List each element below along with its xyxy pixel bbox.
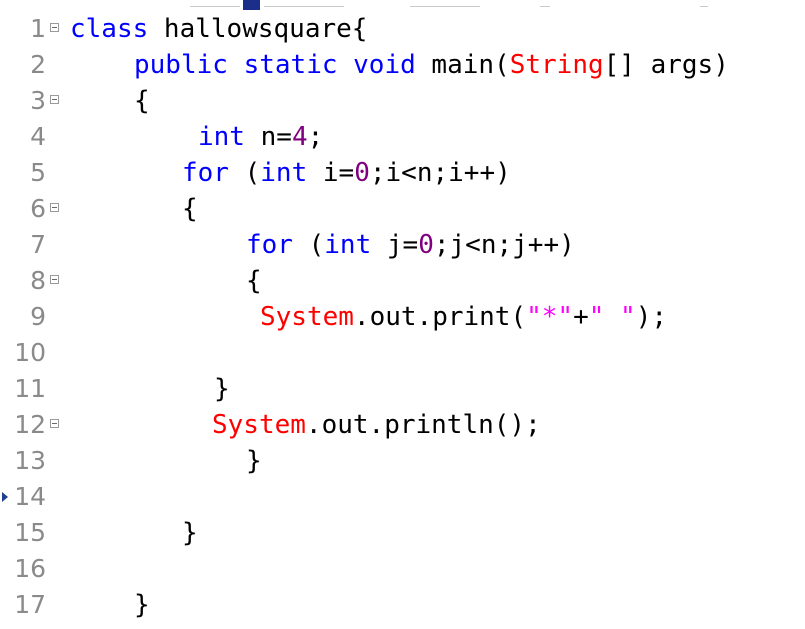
keyword: void: [353, 50, 416, 80]
code-token: main(: [415, 50, 510, 80]
keyword: int: [260, 158, 308, 188]
code-line[interactable]: 15 }: [0, 515, 805, 551]
line-number: 16: [14, 554, 46, 583]
code-token: );: [635, 302, 668, 332]
tab-edge: [540, 0, 550, 7]
code-token: .out.println();: [305, 410, 541, 440]
line-number: 6: [30, 194, 46, 223]
number-literal: 0: [354, 158, 370, 188]
keyword: int: [198, 122, 245, 152]
code-text: {: [182, 194, 198, 224]
fold-toggle-icon[interactable]: [50, 419, 59, 428]
keyword: for: [246, 230, 293, 260]
line-number: 10: [14, 338, 46, 367]
code-line[interactable]: 10: [0, 335, 805, 371]
keyword: int: [324, 230, 372, 260]
code-line[interactable]: 5 for (int i=0;i<n;i++): [0, 155, 805, 191]
tab-edge: [700, 0, 708, 7]
code-token: [] args): [603, 50, 729, 80]
code-line[interactable]: 11 }: [0, 371, 805, 407]
code-text: }: [134, 590, 150, 620]
code-text: System.out.print("*"+" ");: [260, 299, 667, 335]
code-text: }: [182, 518, 198, 548]
code-line[interactable]: 14: [0, 479, 805, 515]
code-token: j=: [371, 230, 419, 260]
code-line[interactable]: 13 }: [0, 443, 805, 479]
line-number: 7: [30, 230, 46, 259]
code-token: (: [228, 158, 261, 188]
line-number: 4: [30, 122, 46, 151]
code-text: }: [246, 446, 262, 476]
tab-marker: [243, 0, 260, 10]
class-name: System: [260, 302, 354, 332]
code-token: hallowsquare{: [148, 14, 368, 44]
code-line[interactable]: 6 {: [0, 191, 805, 227]
keyword: for: [182, 158, 229, 188]
line-number: 15: [14, 518, 46, 547]
code-line[interactable]: 9 System.out.print("*"+" ");: [0, 299, 805, 335]
line-number: 12: [14, 410, 46, 439]
tab-edge: [264, 0, 344, 7]
number-literal: 0: [418, 230, 434, 260]
code-token: ;j<n;j++): [433, 230, 575, 260]
code-token: i=: [307, 158, 355, 188]
line-number: 1: [30, 14, 46, 43]
tab-edge: [190, 0, 240, 7]
line-number: 13: [14, 446, 46, 475]
tab-edge: [410, 0, 480, 7]
code-token: +: [573, 302, 589, 332]
code-text: System.out.println();: [212, 407, 541, 443]
top-strip: [0, 0, 805, 10]
code-text: for (int i=0;i<n;i++): [182, 155, 511, 191]
code-token: n=: [244, 122, 292, 152]
code-line[interactable]: 16: [0, 551, 805, 587]
fold-toggle-icon[interactable]: [50, 95, 59, 104]
code-text: }: [214, 374, 230, 404]
line-number: 9: [30, 302, 46, 331]
code-line[interactable]: 4 int n=4;: [0, 119, 805, 155]
code-line[interactable]: 12 System.out.println();: [0, 407, 805, 443]
code-token: .out.print(: [353, 302, 527, 332]
line-number: 2: [30, 50, 46, 79]
code-token: ;i<n;i++): [369, 158, 511, 188]
code-text: for (int j=0;j<n;j++): [246, 227, 575, 263]
code-text: int n=4;: [198, 119, 323, 155]
code-token: (: [292, 230, 325, 260]
keyword: public: [134, 50, 228, 80]
code-text: class hallowsquare{: [70, 11, 367, 47]
code-text: {: [246, 266, 262, 296]
number-literal: 4: [291, 122, 308, 152]
line-number: 8: [30, 266, 46, 295]
code-token: ;: [307, 122, 324, 152]
code-editor[interactable]: 1 class hallowsquare{ 2 public static vo…: [0, 11, 805, 629]
keyword: class: [70, 14, 149, 44]
code-line[interactable]: 3 {: [0, 83, 805, 119]
code-line[interactable]: 7 for (int j=0;j<n;j++): [0, 227, 805, 263]
class-name: System: [212, 410, 306, 440]
code-text: {: [134, 86, 150, 116]
code-text: public static void main(String[] args): [134, 47, 729, 83]
line-number: 11: [14, 374, 46, 403]
line-number: 17: [14, 590, 46, 619]
line-number: 3: [30, 86, 46, 115]
class-name: String: [509, 50, 604, 80]
code-line[interactable]: 1 class hallowsquare{: [0, 11, 805, 47]
fold-toggle-icon[interactable]: [50, 23, 59, 32]
fold-toggle-icon[interactable]: [50, 203, 59, 212]
code-line[interactable]: 2 public static void main(String[] args): [0, 47, 805, 83]
code-line[interactable]: 8 {: [0, 263, 805, 299]
line-number: 5: [30, 158, 46, 187]
keyword: static: [243, 50, 338, 80]
string-literal: "*": [526, 302, 574, 332]
code-line[interactable]: 17 }: [0, 587, 805, 623]
line-number: 14: [14, 482, 46, 511]
string-literal: " ": [588, 302, 636, 332]
fold-toggle-icon[interactable]: [50, 275, 59, 284]
